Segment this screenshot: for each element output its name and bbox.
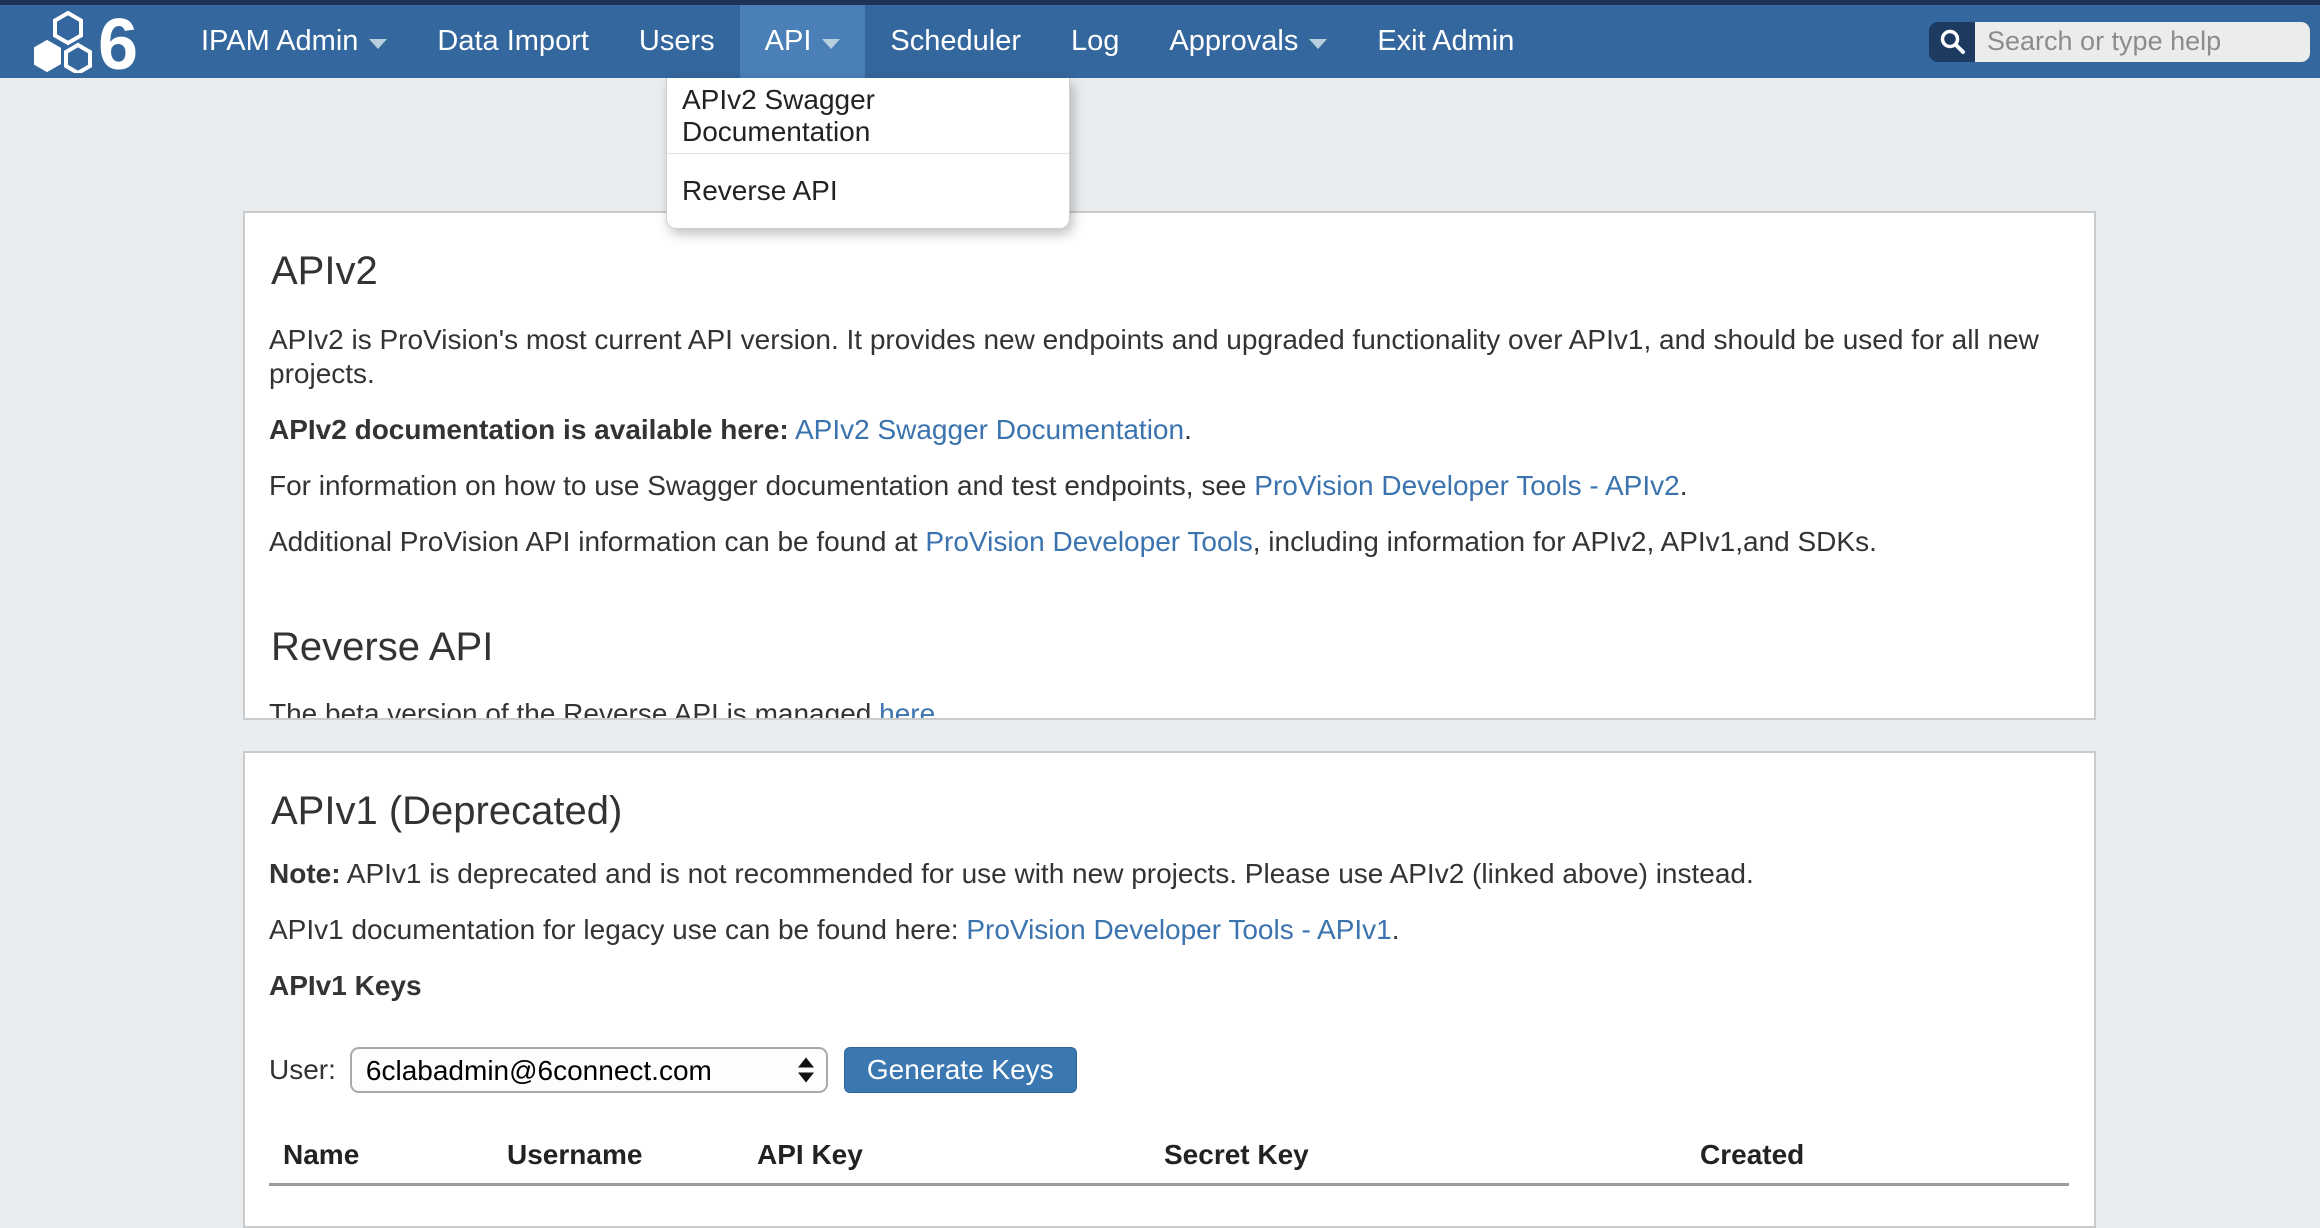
user-key-generation-row: User: 6clabadmin@6connect.com Generate K…	[269, 1047, 2064, 1093]
user-select-wrap: 6clabadmin@6connect.com	[350, 1047, 828, 1093]
note-bold: Note:	[269, 858, 341, 889]
nav-item-ipam-admin[interactable]: IPAM Admin	[176, 5, 412, 78]
svg-text:6: 6	[98, 11, 138, 73]
dropdown-item-apiv2-swagger[interactable]: APIv2 Swagger Documentation	[667, 78, 1069, 153]
nav-item-approvals[interactable]: Approvals	[1144, 5, 1352, 78]
period: .	[1184, 414, 1192, 445]
apiv1-keys-heading: APIv1 Keys	[269, 969, 2064, 1003]
nav-item-label: Users	[639, 25, 715, 58]
col-header-api-key: API Key	[743, 1139, 1150, 1185]
col-header-created: Created	[1686, 1139, 2069, 1185]
apiv1-card: APIv1 (Deprecated) Note: APIv1 is deprec…	[243, 751, 2096, 1228]
user-label: User:	[269, 1054, 336, 1086]
apiv1-title: APIv1 (Deprecated)	[271, 789, 2064, 833]
search-input[interactable]	[1975, 22, 2310, 62]
nav-item-label: IPAM Admin	[201, 25, 358, 58]
chevron-down-icon	[1309, 39, 1327, 49]
apiv2-title: APIv2	[271, 249, 2064, 293]
nav-item-api[interactable]: API	[740, 5, 866, 78]
additional-info-text: Additional ProVision API information can…	[269, 526, 925, 557]
generate-keys-button[interactable]: Generate Keys	[844, 1047, 1077, 1093]
developer-tools-link[interactable]: ProVision Developer Tools	[925, 526, 1252, 557]
nav-item-label: API	[765, 25, 812, 58]
period: .	[935, 698, 943, 720]
dropdown-item-reverse-api[interactable]: Reverse API	[667, 153, 1069, 228]
apiv2-docs-bold: APIv2 documentation is available here:	[269, 414, 789, 445]
nav-item-label: Approvals	[1169, 25, 1298, 58]
note-text: APIv1 is deprecated and is not recommend…	[341, 858, 1754, 889]
6connect-logo[interactable]: 6	[0, 5, 176, 78]
reverse-api-title: Reverse API	[271, 625, 2064, 669]
search-area	[1929, 5, 2320, 78]
additional-info-tail: , including information for APIv2, APIv1…	[1253, 526, 1877, 557]
apiv2-docs-line: APIv2 documentation is available here: A…	[269, 413, 2064, 447]
chevron-down-icon	[369, 39, 387, 49]
chevron-down-icon	[822, 39, 840, 49]
developer-tools-apiv1-link[interactable]: ProVision Developer Tools - APIv1	[966, 914, 1391, 945]
swagger-info-text: For information on how to use Swagger do…	[269, 470, 1254, 501]
nav-item-log[interactable]: Log	[1046, 5, 1144, 78]
admin-navbar: 6 IPAM Admin Data Import Users API Sched…	[0, 5, 2320, 78]
search-box	[1929, 22, 2310, 62]
reverse-api-line: The beta version of the Reverse API is m…	[269, 697, 2064, 720]
apiv1-docs-text: APIv1 documentation for legacy use can b…	[269, 914, 966, 945]
apiv1-note-line: Note: APIv1 is deprecated and is not rec…	[269, 857, 2064, 891]
apiv2-description-text: APIv2 is ProVision's most current API ve…	[269, 324, 2039, 389]
nav-spacer	[1539, 5, 1929, 78]
apiv1-docs-line: APIv1 documentation for legacy use can b…	[269, 913, 2064, 947]
swagger-info-line: For information on how to use Swagger do…	[269, 469, 2064, 503]
api-dropdown-menu: APIv2 Swagger Documentation Reverse API	[666, 78, 1070, 229]
col-header-secret-key: Secret Key	[1150, 1139, 1686, 1185]
nav-item-data-import[interactable]: Data Import	[412, 5, 614, 78]
nav-item-label: Exit Admin	[1377, 25, 1514, 58]
6connect-hex-logo-icon: 6	[34, 11, 146, 73]
user-select[interactable]: 6clabadmin@6connect.com	[350, 1047, 828, 1093]
search-icon	[1939, 28, 1966, 55]
apiv2-card: APIv2 APIv2 is ProVision's most current …	[243, 211, 2096, 720]
developer-tools-apiv2-link[interactable]: ProVision Developer Tools - APIv2	[1254, 470, 1679, 501]
reverse-api-here-link[interactable]: here	[879, 698, 935, 720]
period: .	[1392, 914, 1400, 945]
nav-menu: IPAM Admin Data Import Users API Schedul…	[176, 5, 1539, 78]
col-header-username: Username	[493, 1139, 743, 1185]
period: .	[1680, 470, 1688, 501]
search-button[interactable]	[1929, 22, 1975, 62]
apiv1-keys-table: Name Username API Key Secret Key Created	[269, 1139, 2069, 1186]
additional-info-line: Additional ProVision API information can…	[269, 525, 2064, 559]
nav-item-users[interactable]: Users	[614, 5, 740, 78]
nav-item-label: Scheduler	[890, 25, 1021, 58]
reverse-api-text: The beta version of the Reverse API is m…	[269, 698, 879, 720]
col-header-name: Name	[269, 1139, 493, 1185]
nav-item-scheduler[interactable]: Scheduler	[865, 5, 1046, 78]
apiv2-swagger-doc-link[interactable]: APIv2 Swagger Documentation	[795, 414, 1184, 445]
nav-item-exit-admin[interactable]: Exit Admin	[1352, 5, 1539, 78]
nav-item-label: Log	[1071, 25, 1119, 58]
keys-table-header-row: Name Username API Key Secret Key Created	[269, 1139, 2069, 1185]
apiv2-description: APIv2 is ProVision's most current API ve…	[269, 323, 2064, 391]
nav-item-label: Data Import	[437, 25, 589, 58]
